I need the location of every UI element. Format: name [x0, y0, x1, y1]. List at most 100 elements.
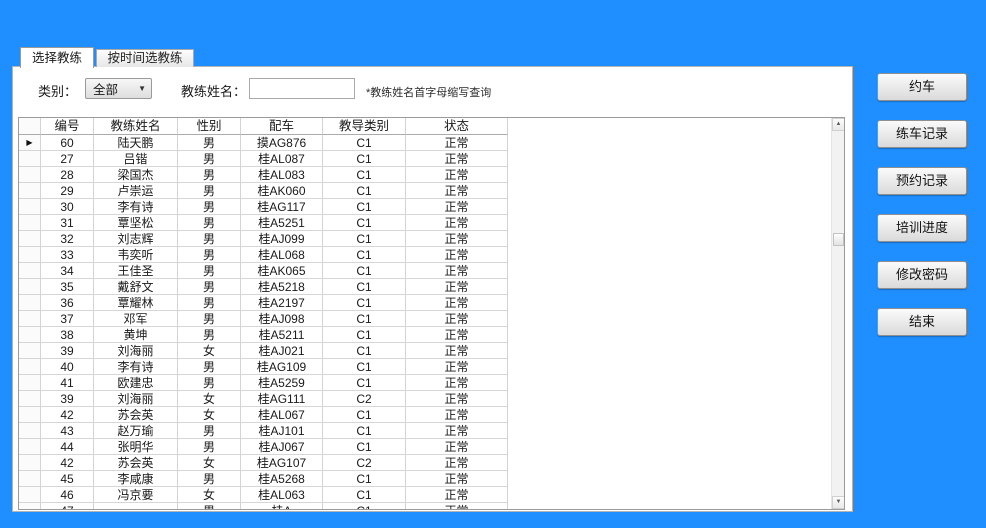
- table-row[interactable]: 39刘海丽女桂AG111C2正常: [19, 391, 508, 407]
- row-selector[interactable]: [19, 311, 41, 327]
- row-selector[interactable]: [19, 359, 41, 375]
- row-selector[interactable]: [19, 199, 41, 215]
- table-row[interactable]: 29卢崇运男桂AK060C1正常: [19, 183, 508, 199]
- table-row[interactable]: ▶60陆天鹏男摸AG876C1正常: [19, 135, 508, 151]
- table-cell: C1: [323, 487, 406, 503]
- column-header-status[interactable]: 状态: [406, 118, 508, 135]
- table-row[interactable]: 27吕锴男桂AL087C1正常: [19, 151, 508, 167]
- vertical-scrollbar[interactable]: ▲ ▼: [831, 118, 844, 509]
- row-selector[interactable]: [19, 295, 41, 311]
- table-cell: 桂AK065: [241, 263, 323, 279]
- row-selector[interactable]: [19, 279, 41, 295]
- column-header-gender[interactable]: 性别: [178, 118, 241, 135]
- table-row[interactable]: 34王佳圣男桂AK065C1正常: [19, 263, 508, 279]
- row-selector[interactable]: [19, 183, 41, 199]
- scrollbar-thumb[interactable]: [833, 233, 844, 246]
- booking-record-button[interactable]: 预约记录: [877, 167, 967, 195]
- table-cell: 男: [178, 471, 241, 487]
- table-row[interactable]: 44张明华男桂AJ067C1正常: [19, 439, 508, 455]
- row-selector[interactable]: [19, 231, 41, 247]
- table-row[interactable]: 35戴舒文男桂A5218C1正常: [19, 279, 508, 295]
- column-header-name[interactable]: 教练姓名: [94, 118, 178, 135]
- row-selector[interactable]: [19, 423, 41, 439]
- table-cell: 桂AL087: [241, 151, 323, 167]
- table-cell: 正常: [406, 439, 508, 455]
- table-cell: 男: [178, 439, 241, 455]
- table-cell: 男: [178, 279, 241, 295]
- finish-button[interactable]: 结束: [877, 308, 967, 336]
- table-row[interactable]: 42苏会英女桂AG107C2正常: [19, 455, 508, 471]
- table-cell: 正常: [406, 199, 508, 215]
- book-car-button[interactable]: 约车: [877, 73, 967, 101]
- table-cell: 男: [178, 151, 241, 167]
- table-row[interactable]: 43赵万瑜男桂AJ101C1正常: [19, 423, 508, 439]
- table-cell: 正常: [406, 215, 508, 231]
- row-selector[interactable]: [19, 375, 41, 391]
- table-row[interactable]: 41欧建忠男桂A5259C1正常: [19, 375, 508, 391]
- tab-select-coach-by-time[interactable]: 按时间选教练: [96, 49, 194, 67]
- practice-record-button[interactable]: 练车记录: [877, 120, 967, 148]
- row-selector[interactable]: [19, 503, 41, 510]
- table-cell: 男: [178, 503, 241, 510]
- row-selector[interactable]: [19, 247, 41, 263]
- table-row[interactable]: 46冯京要女桂AL063C1正常: [19, 487, 508, 503]
- row-selector[interactable]: [19, 407, 41, 423]
- coach-table: 编号 教练姓名 性别 配车 教导类别 状态 ▶60陆天鹏男摸AG876C1正常2…: [18, 117, 845, 510]
- row-selector[interactable]: [19, 215, 41, 231]
- table-cell: 男: [178, 327, 241, 343]
- table-row[interactable]: 39刘海丽女桂AJ021C1正常: [19, 343, 508, 359]
- table-row[interactable]: 45李咸康男桂A5268C1正常: [19, 471, 508, 487]
- row-selector[interactable]: [19, 471, 41, 487]
- table-row[interactable]: 36覃耀林男桂A2197C1正常: [19, 295, 508, 311]
- coach-name-input[interactable]: [249, 78, 355, 99]
- change-password-button[interactable]: 修改密码: [877, 261, 967, 289]
- column-header-id[interactable]: 编号: [41, 118, 94, 135]
- table-cell: 李咸康: [94, 471, 178, 487]
- table-row[interactable]: 30李有诗男桂AG117C1正常: [19, 199, 508, 215]
- row-selector[interactable]: [19, 151, 41, 167]
- scroll-down-icon[interactable]: ▼: [832, 496, 845, 509]
- table-cell: 正常: [406, 407, 508, 423]
- table-cell: 正常: [406, 231, 508, 247]
- table-cell: C1: [323, 295, 406, 311]
- table-row[interactable]: 28梁国杰男桂AL083C1正常: [19, 167, 508, 183]
- table-cell: 45: [41, 471, 94, 487]
- table-cell: C1: [323, 327, 406, 343]
- table-row[interactable]: 47男桂AC1正常: [19, 503, 508, 510]
- coach-grid: 编号 教练姓名 性别 配车 教导类别 状态 ▶60陆天鹏男摸AG876C1正常2…: [19, 118, 508, 510]
- table-cell: 正常: [406, 135, 508, 151]
- row-selector[interactable]: [19, 167, 41, 183]
- row-selector[interactable]: [19, 487, 41, 503]
- table-cell: 正常: [406, 503, 508, 510]
- row-selector-arrow-icon[interactable]: ▶: [19, 135, 41, 151]
- table-cell: 28: [41, 167, 94, 183]
- training-progress-button[interactable]: 培训进度: [877, 214, 967, 242]
- tab-select-coach[interactable]: 选择教练: [20, 47, 94, 68]
- table-cell: 38: [41, 327, 94, 343]
- table-cell: 42: [41, 407, 94, 423]
- table-cell: 桂AG109: [241, 359, 323, 375]
- table-cell: 梁国杰: [94, 167, 178, 183]
- category-dropdown[interactable]: 全部 ▼: [85, 78, 152, 99]
- column-header-category[interactable]: 教导类别: [323, 118, 406, 135]
- table-row[interactable]: 42苏会英女桂AL067C1正常: [19, 407, 508, 423]
- scroll-up-icon[interactable]: ▲: [832, 118, 845, 131]
- table-row[interactable]: 38黄坤男桂A5211C1正常: [19, 327, 508, 343]
- table-row[interactable]: 32刘志辉男桂AJ099C1正常: [19, 231, 508, 247]
- row-selector[interactable]: [19, 455, 41, 471]
- row-selector[interactable]: [19, 391, 41, 407]
- table-row[interactable]: 33韦奕听男桂AL068C1正常: [19, 247, 508, 263]
- table-cell: 44: [41, 439, 94, 455]
- table-row[interactable]: 40李有诗男桂AG109C1正常: [19, 359, 508, 375]
- row-selector[interactable]: [19, 343, 41, 359]
- table-row[interactable]: 37邓军男桂AJ098C1正常: [19, 311, 508, 327]
- row-selector[interactable]: [19, 327, 41, 343]
- column-header-car[interactable]: 配车: [241, 118, 323, 135]
- table-cell: 戴舒文: [94, 279, 178, 295]
- table-row[interactable]: 31覃坚松男桂A5251C1正常: [19, 215, 508, 231]
- table-cell: C2: [323, 455, 406, 471]
- row-selector[interactable]: [19, 439, 41, 455]
- table-cell: 韦奕听: [94, 247, 178, 263]
- row-selector[interactable]: [19, 263, 41, 279]
- table-cell: 正常: [406, 359, 508, 375]
